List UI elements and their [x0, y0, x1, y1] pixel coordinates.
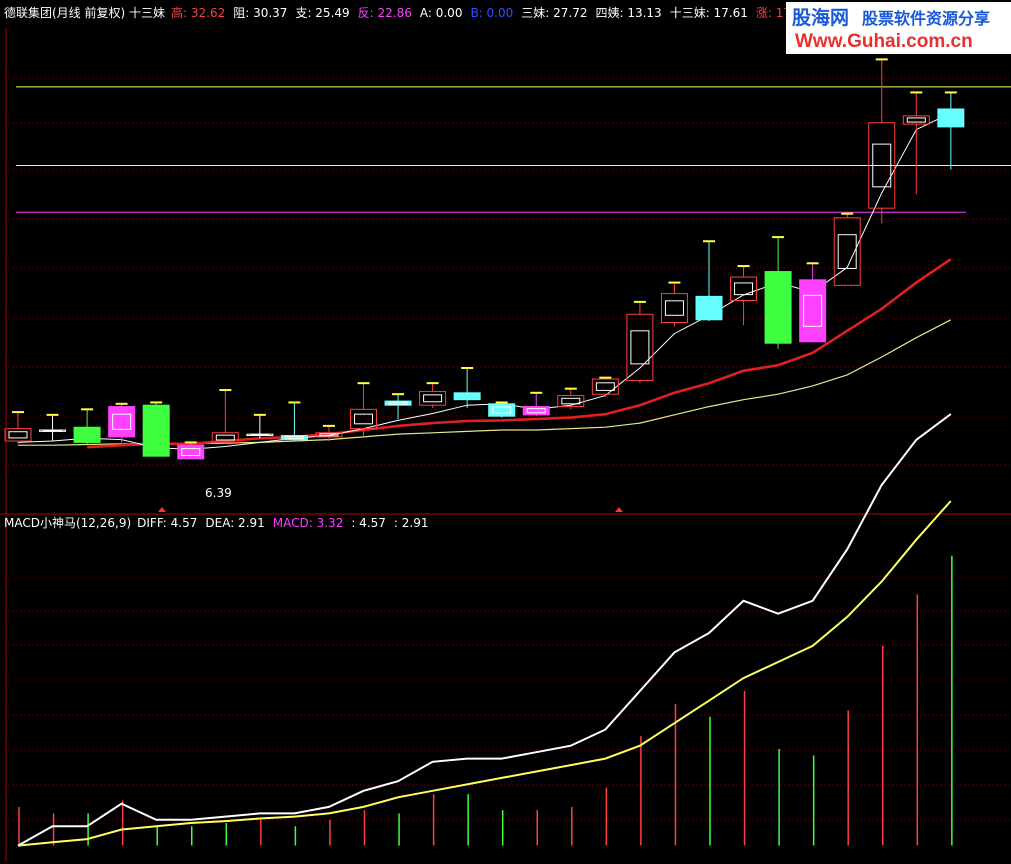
candle-inner: [906, 117, 926, 123]
candle-17: [591, 376, 619, 397]
candle-body: [142, 404, 170, 457]
header-item: 三妹: 27.72: [521, 6, 587, 20]
price-panel[interactable]: 6.39: [4, 58, 1011, 500]
candle-inner: [8, 431, 28, 439]
macd-header-values: DIFF: 4.57 DEA: 2.91 MACD: 3.32 : 4.57 : 2.9…: [137, 516, 428, 530]
header-item: B: 0.00: [470, 6, 513, 20]
candle-inner: [250, 433, 270, 436]
candle-inner: [423, 394, 443, 403]
watermark: 股海网 股票软件资源分享 Www.Guhai.com.cn: [786, 2, 1011, 54]
candle-16: [557, 387, 585, 410]
candle-body: [695, 295, 723, 321]
candle-0: [4, 411, 32, 444]
candle-21: [730, 265, 758, 326]
candle-body: [937, 108, 965, 128]
candle-25: [868, 58, 896, 224]
candle-23: [799, 262, 827, 343]
candle-24: [833, 212, 861, 286]
macd-lines: [17, 413, 952, 847]
candle-inner: [43, 429, 63, 432]
candle-inner: [354, 413, 373, 425]
candle-body: [453, 392, 481, 401]
candle-inner: [664, 300, 684, 316]
candle-body: [73, 426, 101, 443]
candle-7: [246, 413, 274, 439]
price-header: 德联集团(月线 前复权) 十三妹 高: 32.62 阻: 30.37 支: 25.4…: [4, 5, 862, 20]
header-item: 反: 22.86: [358, 6, 412, 20]
candle-18: [626, 300, 654, 384]
candle-5: [177, 441, 205, 460]
watermark-url: Www.Guhai.com.cn: [795, 31, 973, 52]
header-item: 阻: 30.37: [233, 6, 287, 20]
dea-line: [17, 500, 952, 847]
header-item: 十三妹: 17.61: [670, 6, 748, 20]
macd-histogram: [18, 555, 953, 846]
candle-11: [384, 393, 412, 419]
price-header-title: 德联集团(月线 前复权) 十三妹: [4, 5, 165, 20]
candle-2: [73, 408, 101, 444]
header-item: A: 0.00: [420, 6, 463, 20]
header-item: 高: 32.62: [171, 5, 225, 20]
candle-14: [488, 401, 516, 418]
candle-3: [108, 402, 136, 443]
candle-20: [695, 240, 723, 322]
candle-22: [764, 236, 792, 349]
header-item: 支: 25.49: [295, 6, 349, 20]
header-item: MACD: 3.32: [273, 516, 344, 530]
axis-markers: [158, 507, 623, 512]
candle-body: [764, 271, 792, 344]
resistance-lines: [16, 86, 1011, 213]
candle-1: [39, 413, 67, 442]
header-item: DIFF: 4.57: [137, 516, 197, 530]
header-item: 四姨: 13.13: [595, 6, 661, 20]
watermark-slogan: 股票软件资源分享: [862, 9, 990, 28]
candle-inner: [630, 330, 650, 365]
candle-15: [522, 391, 550, 417]
macd-header-title: MACD小神马(12,26,9): [4, 516, 131, 530]
candle-8: [280, 401, 308, 442]
candle-13: [453, 367, 481, 408]
price-header-values: 高: 32.62 阻: 30.37 支: 25.49 反: 22.86 A: 0.00 B…: [171, 5, 862, 20]
stock-chart[interactable]: 德联集团(月线 前复权) 十三妹 高: 32.62 阻: 30.37 支: 25.4…: [0, 0, 1011, 864]
candle-26: [902, 91, 930, 195]
candle-19: [660, 281, 688, 327]
header-item: : 4.57: [351, 516, 386, 530]
header-item: : 2.91: [394, 516, 429, 530]
candle-inner: [595, 382, 615, 391]
candle-12: [419, 382, 447, 408]
header-item: DEA: 2.91: [205, 516, 264, 530]
candle-6: [211, 389, 239, 444]
watermark-name: 股海网: [792, 6, 849, 29]
candlesticks: [4, 58, 965, 460]
candle-4: [142, 401, 170, 457]
low-price-label: 6.39: [205, 486, 232, 500]
candle-inner: [837, 234, 857, 269]
macd-header: MACD小神马(12,26,9) DIFF: 4.57 DEA: 2.91 MACD…: [4, 516, 428, 530]
candle-27: [937, 91, 965, 170]
macd-panel[interactable]: [17, 413, 953, 847]
